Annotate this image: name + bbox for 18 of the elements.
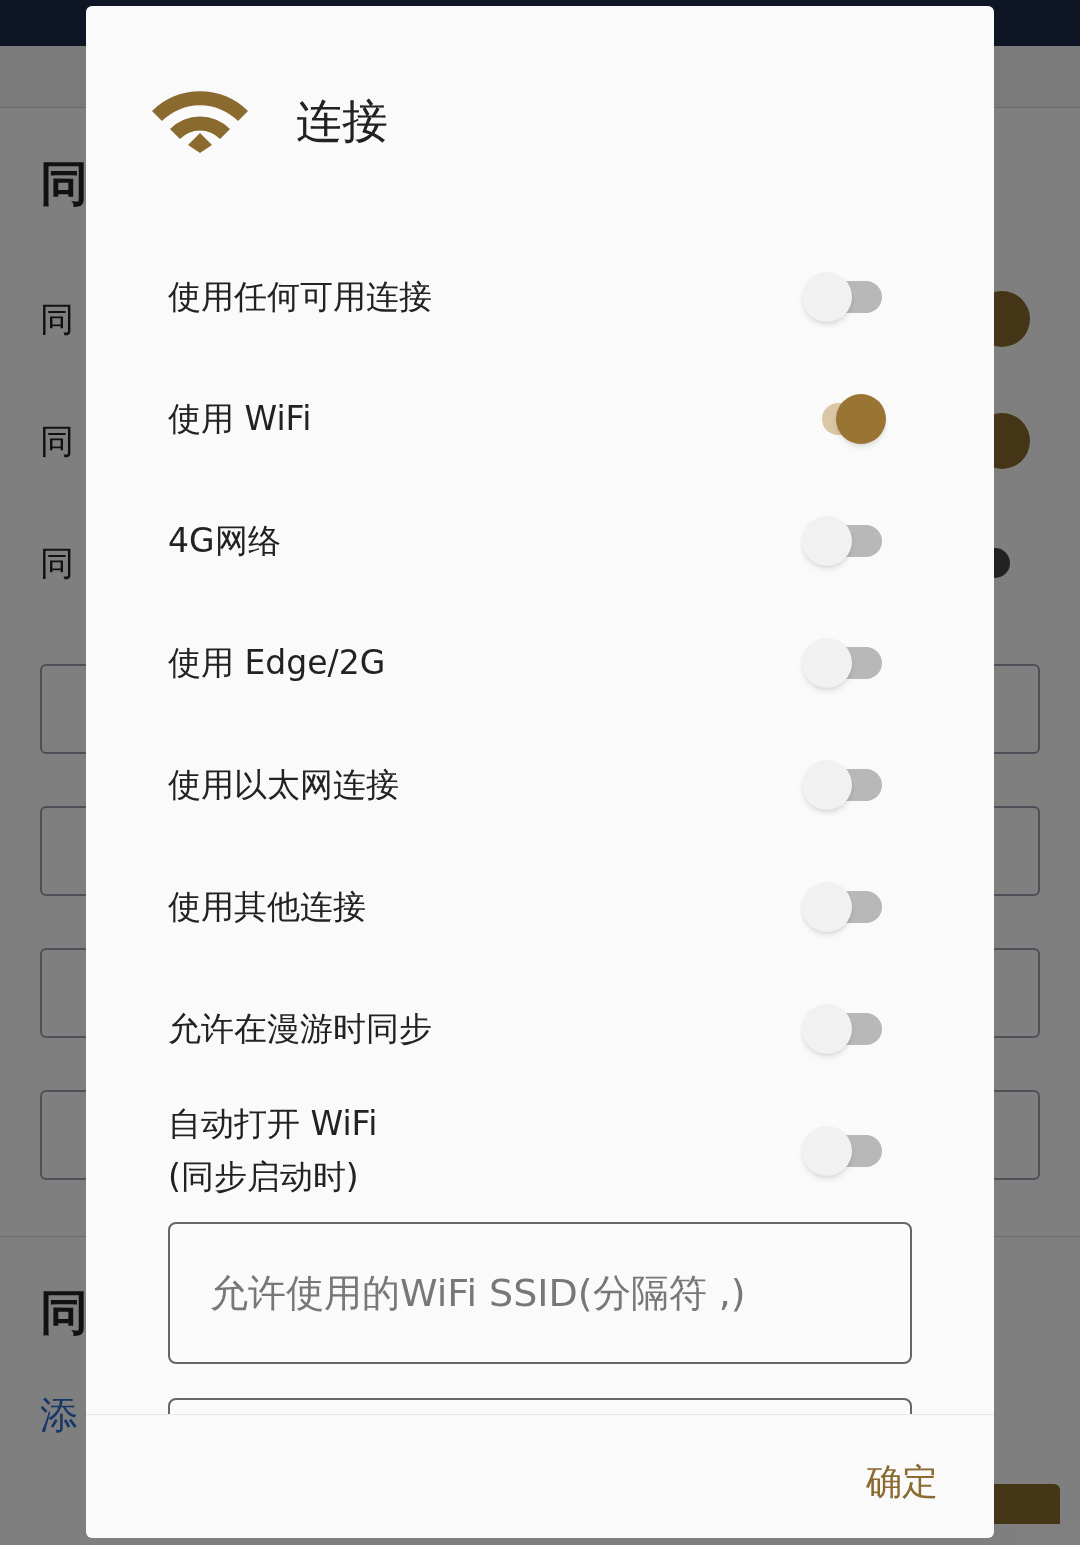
option-label: 4G网络 [168,519,281,562]
option-label: 使用 WiFi [168,397,312,440]
wifi-icon [150,89,250,153]
setting-label: 同 [40,297,74,341]
section-heading: 同 [40,1283,88,1342]
setting-label: 同 [40,541,74,585]
option-label: 使用任何可用连接 [168,275,432,318]
add-link[interactable]: 添 [40,1393,78,1437]
option-label: 自动打开 WiFi (同步启动时) [168,1103,378,1198]
confirm-button[interactable]: 确定 [866,1455,938,1509]
setting-label: 同 [40,419,74,463]
option-label: 使用其他连接 [168,885,366,928]
ssid-field[interactable]: 允许使用的WiFi SSID(分隔符 ,) [168,1222,912,1364]
option-label: 使用以太网连接 [168,763,399,806]
section-heading: 同 [40,154,88,213]
dialog-title: 连接 [296,92,388,150]
option-label: 使用 Edge/2G [168,641,386,684]
option-label: 允许在漫游时同步 [168,1007,432,1050]
